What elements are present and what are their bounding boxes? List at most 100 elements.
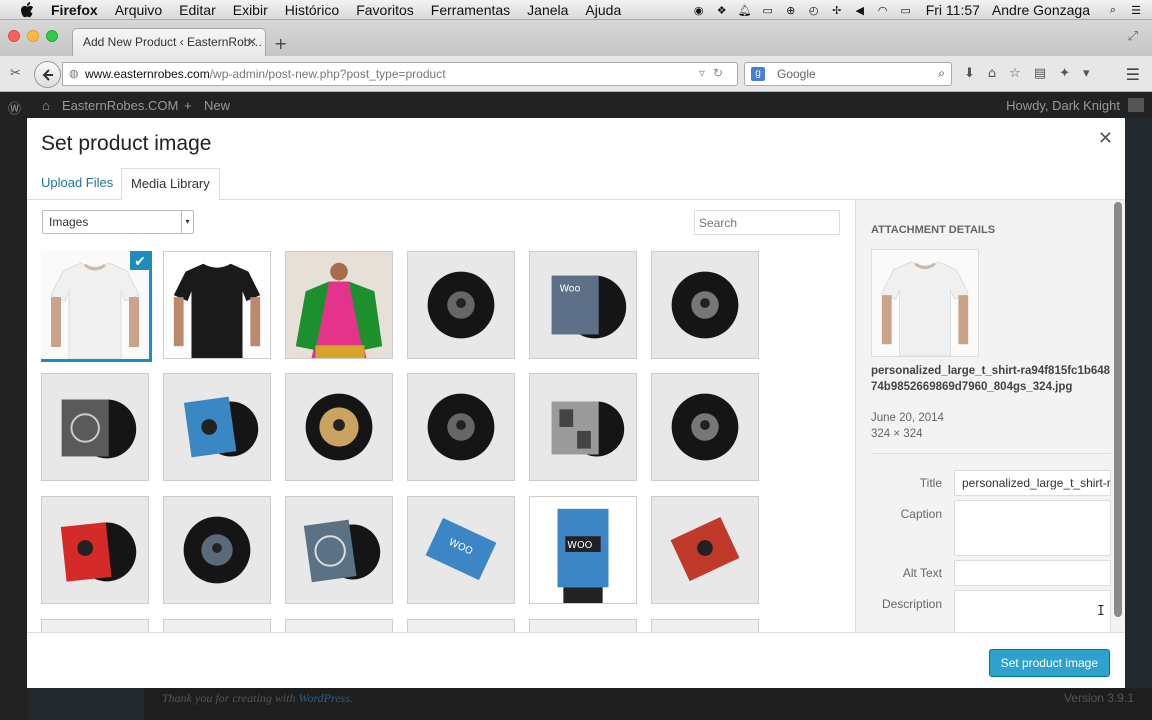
extension-icon[interactable]: ✦ <box>1059 66 1070 81</box>
menu-editar[interactable]: Editar <box>179 2 216 18</box>
attachment-item[interactable] <box>163 251 271 359</box>
alt-text-field[interactable] <box>954 560 1111 586</box>
search-icon[interactable]: ⌕ <box>938 66 945 81</box>
attachment-item[interactable] <box>285 373 393 481</box>
vinyl-record-image <box>652 252 758 358</box>
attachment-item[interactable]: WOO <box>529 496 637 604</box>
attachment-item[interactable] <box>285 496 393 604</box>
menu-janela[interactable]: Janela <box>527 2 568 18</box>
menu-favoritos[interactable]: Favoritos <box>356 2 414 18</box>
close-window-button[interactable] <box>8 30 20 42</box>
media-type-filter[interactable]: Images ▾ <box>42 210 194 234</box>
attachment-item[interactable]: Woo <box>529 251 637 359</box>
caption-field[interactable] <box>954 500 1111 556</box>
close-tab-icon[interactable]: ✕ <box>247 35 257 49</box>
menu-arquivo[interactable]: Arquivo <box>115 2 162 18</box>
modal-title: Set product image <box>41 132 212 155</box>
attachment-item[interactable] <box>41 373 149 481</box>
notification-center-icon[interactable]: ☰ <box>1129 3 1143 17</box>
attachment-item[interactable] <box>651 373 759 481</box>
time-machine-icon[interactable]: ◴ <box>807 3 821 17</box>
plus-icon[interactable]: + <box>184 98 192 113</box>
volume-icon[interactable]: ◀︎ <box>853 3 867 17</box>
wifi-icon[interactable]: ◠ <box>876 3 890 17</box>
menu-historico[interactable]: Histórico <box>285 2 339 18</box>
attachment-item[interactable] <box>529 373 637 481</box>
attachment-item[interactable]: WOO <box>407 496 515 604</box>
checkmark-icon[interactable]: ✔ <box>128 251 149 272</box>
menu-app-firefox[interactable]: Firefox <box>51 2 98 18</box>
description-field[interactable] <box>954 590 1111 632</box>
attachment-item[interactable] <box>163 373 271 481</box>
home-icon[interactable]: ⌂ <box>988 66 996 81</box>
attachment-item[interactable] <box>41 496 149 604</box>
attachment-item[interactable] <box>407 251 515 359</box>
attachment-item[interactable] <box>163 619 271 633</box>
minimize-window-button[interactable] <box>27 30 39 42</box>
attachment-item[interactable] <box>285 619 393 633</box>
details-scrollbar[interactable] <box>1113 202 1123 630</box>
title-field[interactable]: personalized_large_t_shirt-ra <box>954 470 1111 496</box>
menu-exibir[interactable]: Exibir <box>233 2 268 18</box>
accessibility-icon[interactable]: ⊕ <box>784 3 798 17</box>
bell-icon[interactable]: 🔔︎ <box>738 3 752 17</box>
scrollbar-thumb[interactable] <box>1114 202 1122 617</box>
bluetooth-icon[interactable]: ✢ <box>830 3 844 17</box>
admin-bar-site-name[interactable]: EasternRobes.COM <box>62 98 178 113</box>
bookmark-icon[interactable]: ☆ <box>1009 66 1021 81</box>
zoom-window-button[interactable] <box>46 30 58 42</box>
apple-icon[interactable] <box>17 1 37 18</box>
url-bar-icons: ▿↻ <box>699 66 731 80</box>
google-search-input[interactable]: g Google ⌕ <box>744 62 952 86</box>
attachment-item[interactable] <box>407 619 515 633</box>
airplay-icon[interactable]: ▭ <box>761 3 775 17</box>
wordpress-link[interactable]: WordPress <box>299 691 350 705</box>
home-icon[interactable]: ⌂ <box>42 98 50 113</box>
browser-tab[interactable]: Add New Product ‹ EasternRob… ✕ <box>72 28 266 56</box>
media-search-input[interactable] <box>694 210 840 235</box>
attachment-item[interactable] <box>41 619 149 633</box>
reading-list-icon[interactable]: ▤ <box>1034 66 1046 81</box>
ninja-poster-image <box>652 497 758 603</box>
record-icon[interactable]: ◉ <box>692 3 706 17</box>
hamburger-menu-icon[interactable]: ☰ <box>1126 65 1140 84</box>
reload-icon[interactable]: ↻ <box>713 66 731 80</box>
woo-album-image: Woo <box>530 252 636 358</box>
selected-thumbnail[interactable]: ✔ <box>41 251 152 362</box>
search-engine-label: Google <box>777 67 816 81</box>
attachment-item[interactable] <box>651 251 759 359</box>
fullscreen-icon[interactable]: ⤢ <box>1128 29 1138 44</box>
attachment-filename: personalized_large_t_shirt-ra94f815fc1b6… <box>871 365 1111 393</box>
menu-ferramentas[interactable]: Ferramentas <box>431 2 510 18</box>
bookmark-star-icon[interactable]: ▿ <box>699 66 713 80</box>
back-button[interactable] <box>34 61 61 88</box>
admin-bar-howdy[interactable]: Howdy, Dark Knight <box>1006 98 1120 113</box>
admin-bar-new[interactable]: New <box>204 98 230 113</box>
modal-tabs: Upload Files Media Library <box>27 168 1125 201</box>
new-tab-icon[interactable]: + <box>274 34 287 53</box>
clock[interactable]: Fri 11:57 <box>926 2 980 18</box>
spotlight-icon[interactable]: ⌕ <box>1106 3 1120 17</box>
download-icon[interactable]: ⬇ <box>964 66 975 81</box>
attachment-item[interactable] <box>285 251 393 359</box>
attachment-item[interactable] <box>407 373 515 481</box>
tools-icon[interactable]: ✂ <box>10 66 21 81</box>
menu-ajuda[interactable]: Ajuda <box>585 2 621 18</box>
wp-footer: Thank you for creating with WordPress. V… <box>144 688 1152 720</box>
attachment-item[interactable] <box>529 619 637 633</box>
attachment-item[interactable] <box>651 619 759 633</box>
battery-icon[interactable]: ▭ <box>899 3 913 17</box>
set-product-image-button[interactable]: Set product image <box>988 649 1110 677</box>
attachment-item[interactable] <box>163 496 271 604</box>
tab-media-library[interactable]: Media Library <box>121 168 220 201</box>
close-icon[interactable]: ✕ <box>1098 128 1113 149</box>
dropdown-icon[interactable]: ▾ <box>1083 66 1090 81</box>
wordpress-logo-icon[interactable]: Ⓦ <box>8 98 21 117</box>
attachment-item[interactable] <box>651 496 759 604</box>
avatar[interactable] <box>1128 98 1144 112</box>
google-icon[interactable]: g <box>751 67 765 81</box>
url-bar[interactable]: ◍ www.easternrobes.com/wp-admin/post-new… <box>62 62 738 86</box>
tab-upload-files[interactable]: Upload Files <box>32 168 122 201</box>
user-name[interactable]: Andre Gonzaga <box>992 2 1090 18</box>
dropbox-icon[interactable]: ❖ <box>715 3 729 17</box>
